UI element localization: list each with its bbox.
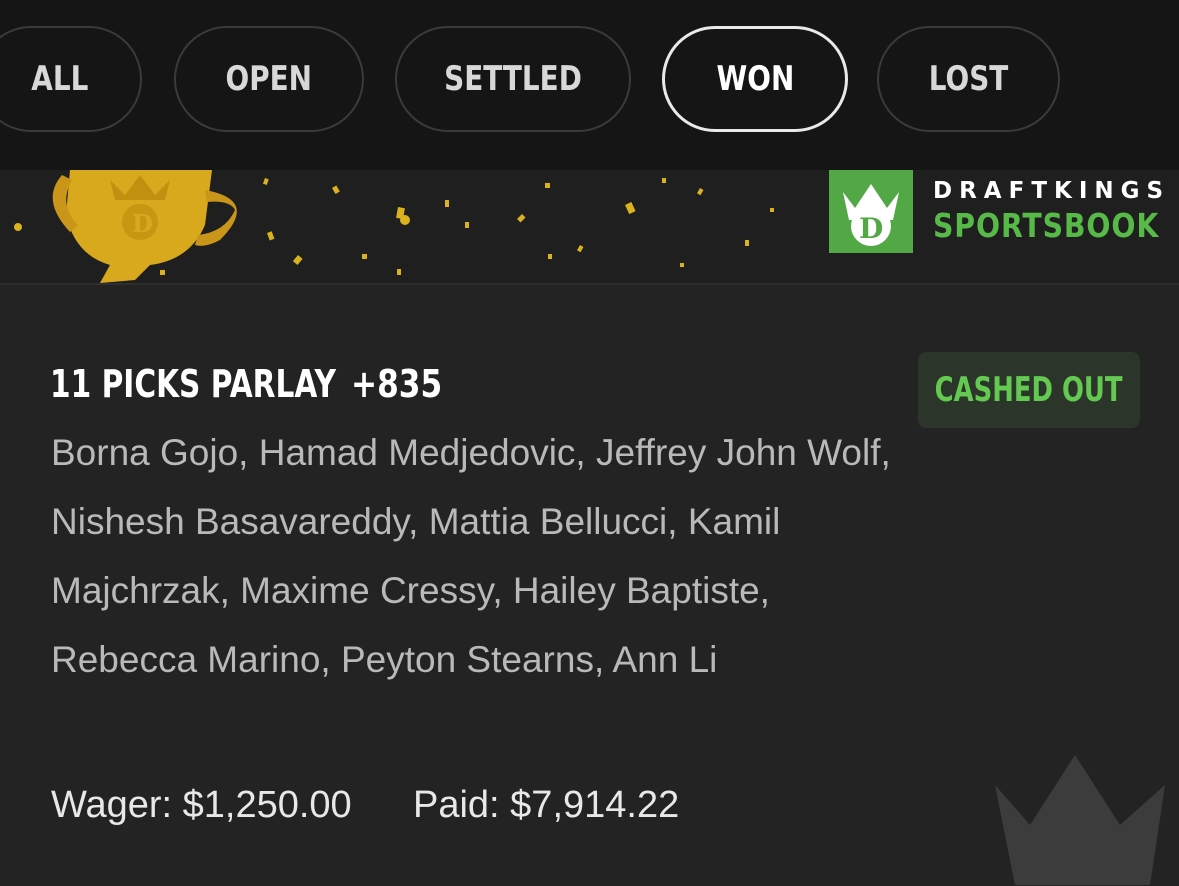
tab-label: LOST [928, 59, 1009, 99]
status-badge: CASHED OUT [918, 352, 1140, 428]
tab-label: OPEN [225, 59, 313, 99]
parlay-picks-list: Borna Gojo, Hamad Medjedovic, Jeffrey Jo… [51, 432, 891, 680]
status-label: CASHED OUT [935, 370, 1123, 410]
tab-label: ALL [31, 59, 89, 99]
trophy-icon: D [52, 170, 237, 283]
brand-subtitle: SPORTSBOOK [933, 206, 1160, 245]
bet-odds: +835 [351, 362, 443, 406]
tab-won[interactable]: WON [662, 26, 848, 132]
paid-amount: Paid: $7,914.22 [413, 784, 680, 826]
draftkings-watermark-icon [995, 755, 1165, 885]
tab-open[interactable]: OPEN [174, 26, 364, 132]
brand-name: DRAFTKINGS [933, 178, 1171, 204]
tab-label: WON [716, 59, 794, 99]
bet-filter-tabs: ALL OPEN SETTLED WON LOST [0, 0, 1179, 170]
bets-screen: ALL OPEN SETTLED WON LOST D D DRAFTKINGS… [0, 0, 1179, 886]
svg-text:D: D [859, 212, 883, 245]
draftkings-crown-logo: D [829, 170, 913, 253]
svg-text:D: D [132, 209, 153, 238]
tab-label: SETTLED [444, 59, 582, 99]
tab-lost[interactable]: LOST [877, 26, 1060, 132]
wager-amount: Wager: $1,250.00 [51, 784, 352, 826]
tab-settled[interactable]: SETTLED [395, 26, 631, 132]
divider [0, 283, 1179, 285]
bet-title[interactable]: 11 PICKS PARLAY [50, 362, 336, 406]
tab-all[interactable]: ALL [0, 26, 142, 132]
